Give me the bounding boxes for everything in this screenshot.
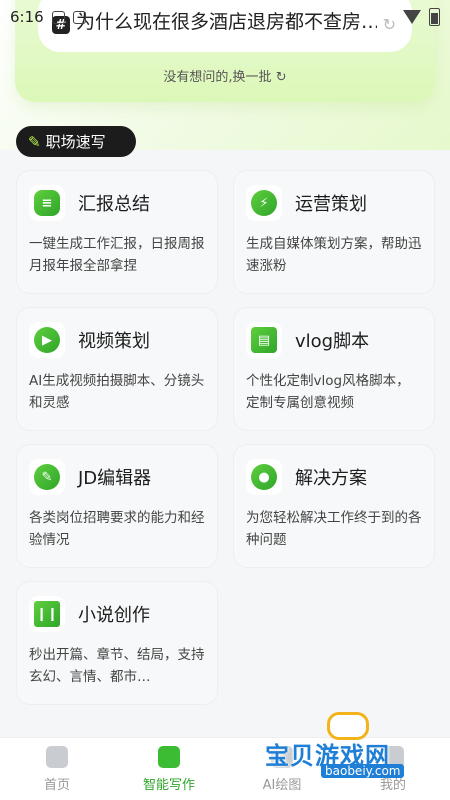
card-desc: 个性化定制vlog风格脚本，定制专属创意视频 (246, 373, 410, 411)
card-desc: 各类岗位招聘要求的能力和经验情况 (29, 510, 205, 548)
edit-icon (158, 746, 180, 768)
nav-label: 首页 (43, 778, 70, 793)
battery-icon (429, 8, 440, 26)
play-icon: ▶ (29, 322, 65, 358)
card-desc: AI生成视频拍摄脚本、分镜头和灵感 (29, 373, 205, 411)
card-desc: 为您轻松解决工作终于到的各种问题 (246, 510, 422, 548)
card-vlog-script[interactable]: ▤ vlog脚本 个性化定制vlog风格脚本，定制专属创意视频 (233, 307, 435, 431)
section-tag: ✎ 职场速写 (16, 126, 136, 157)
notification-icon-2 (72, 10, 86, 24)
nav-home[interactable]: 首页 (12, 746, 102, 793)
card-title: vlog脚本 (295, 331, 370, 352)
nav-smart-writing[interactable]: 智能写作 (124, 746, 214, 793)
section-title: 职场速写 (45, 133, 106, 151)
card-title: 运营策划 (295, 194, 367, 215)
card-desc: 生成自媒体策划方案，帮助迅速涨粉 (246, 236, 422, 274)
card-report-summary[interactable]: ≡ 汇报总结 一键生成工作汇报，日报周报月报年报全部拿捏 (16, 170, 218, 294)
card-title: 视频策划 (78, 331, 150, 352)
swap-batch-label: 没有想问的,换一批 (163, 70, 272, 85)
card-desc: 一键生成工作汇报，日报周报月报年报全部拿捏 (29, 236, 205, 274)
card-title: 小说创作 (78, 605, 150, 626)
bulb-icon: ⚡ (246, 185, 282, 221)
book-icon: ❙❙ (29, 596, 65, 632)
status-time: 6:16 (10, 8, 44, 26)
status-bar: 6:16 (0, 0, 450, 34)
card-desc: 秒出开篇、章节、结局，支持玄幻、言情、都市… (29, 647, 205, 685)
watermark-url: baobeiy.com (321, 764, 405, 778)
card-video-plan[interactable]: ▶ 视频策划 AI生成视频拍摄脚本、分镜头和灵感 (16, 307, 218, 431)
clapperboard-icon: ▤ (246, 322, 282, 358)
card-novel-writing[interactable]: ❙❙ 小说创作 秒出开篇、章节、结局，支持玄幻、言情、都市… (16, 581, 218, 705)
home-icon (46, 746, 68, 768)
pencil-icon: ✎ (29, 459, 65, 495)
card-title: JD编辑器 (78, 468, 152, 489)
card-jd-editor[interactable]: ✎ JD编辑器 各类岗位招聘要求的能力和经验情况 (16, 444, 218, 568)
chat-icon: ● (246, 459, 282, 495)
nav-label: 智能写作 (142, 778, 195, 793)
card-title: 汇报总结 (78, 194, 150, 215)
wifi-icon (403, 10, 421, 24)
watermark: 宝贝游戏网 baobeiy.com (265, 712, 445, 782)
card-title: 解决方案 (295, 468, 367, 489)
card-solution[interactable]: ● 解决方案 为您轻松解决工作终于到的各种问题 (233, 444, 435, 568)
refresh-icon: ↻ (275, 70, 287, 85)
swap-batch-button[interactable]: 没有想问的,换一批 ↻ (0, 66, 450, 85)
card-operation-plan[interactable]: ⚡ 运营策划 生成自媒体策划方案，帮助迅速涨粉 (233, 170, 435, 294)
notification-icon (51, 10, 65, 24)
document-icon: ≡ (29, 185, 65, 221)
pen-icon: ✎ (28, 132, 41, 151)
